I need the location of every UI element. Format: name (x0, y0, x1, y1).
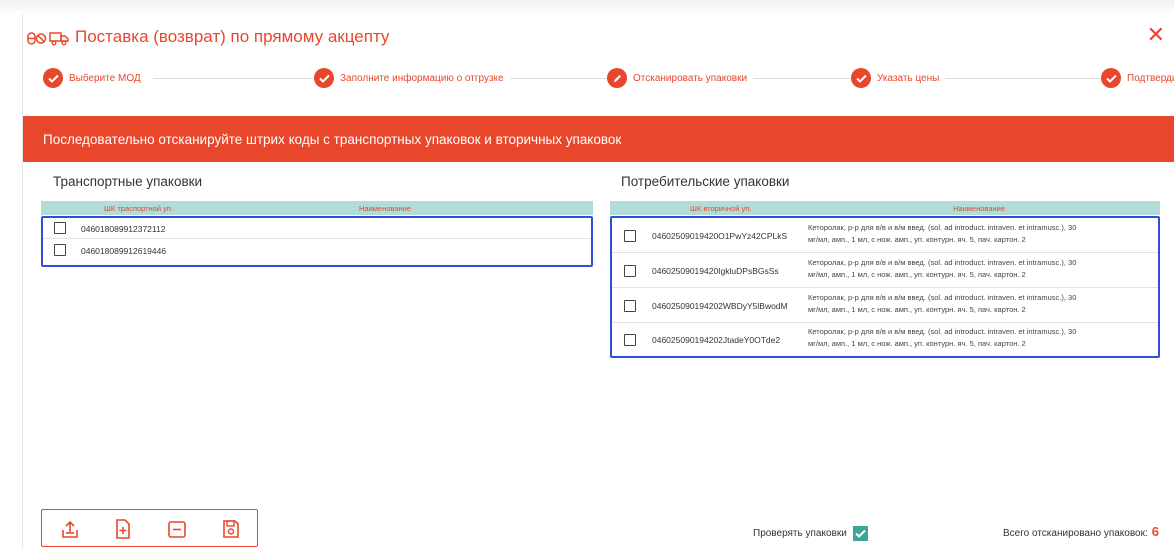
save-icon (223, 520, 239, 538)
add-file-icon (116, 519, 130, 539)
check-packages-row: Проверять упаковки (753, 526, 868, 541)
consumer-code: 04602509019420O1PwYz42CPLkS (652, 231, 788, 241)
table-row[interactable]: 046018089912619446 (43, 239, 591, 261)
dialog-window: Поставка (возврат) по прямому акцепту ✕ … (22, 14, 1174, 549)
step-select-mod[interactable]: Выберите МОД (43, 68, 147, 88)
consumer-code: 04602509019420IgkluDPsBGsSs (652, 266, 779, 276)
row-checkbox[interactable] (624, 334, 636, 346)
add-file-button[interactable] (112, 518, 134, 540)
consumer-name: Кеторолак, р-р для в/в и в/м введ. (sol.… (808, 292, 1163, 316)
name-line: мг/мл, амп., 1 мл, с нож. амп., уп. конт… (808, 270, 1026, 279)
check-packages-label: Проверять упаковки (753, 528, 847, 539)
pencil-icon (607, 68, 627, 88)
step-label: Отсканировать упаковки (633, 72, 748, 84)
col-header-code: ШК вторичной уп. (690, 204, 752, 213)
pills-icon (27, 32, 47, 45)
check-icon (43, 68, 63, 88)
table-row[interactable]: 046025090194202WBDyY5lBwodM Кеторолак, р… (612, 288, 1158, 323)
minus-icon (168, 521, 186, 538)
row-checkbox[interactable] (54, 244, 66, 256)
dialog-header: Поставка (возврат) по прямому акцепту ✕ (23, 24, 1174, 54)
step-connector (153, 78, 313, 79)
step-set-prices[interactable]: Указать цены (851, 68, 946, 88)
check-icon (314, 68, 334, 88)
step-confirm[interactable]: Подтвердить (1101, 68, 1174, 88)
remove-button[interactable] (166, 518, 188, 540)
banner-text: Последовательно отсканируйте штрих коды … (43, 132, 622, 147)
header-icons (27, 30, 69, 46)
checkmark-icon (855, 529, 866, 538)
row-checkbox[interactable] (624, 230, 636, 242)
wizard-stepper: Выберите МОД Заполните информацию о отгр… (43, 68, 1174, 90)
save-button[interactable] (220, 518, 242, 540)
step-connector (943, 78, 1103, 79)
page-title: Поставка (возврат) по прямому акцепту (75, 27, 390, 46)
transport-code: 046018089912372112 (81, 224, 166, 234)
step-connector (753, 78, 853, 79)
col-header-name: Наименование (953, 204, 1005, 213)
instruction-banner: Последовательно отсканируйте штрих коды … (23, 116, 1174, 162)
step-scan-packages[interactable]: Отсканировать упаковки (607, 68, 754, 88)
transport-code: 046018089912619446 (81, 246, 167, 256)
consumer-section-title: Потребительские упаковки (621, 174, 790, 189)
top-shadow (0, 0, 1174, 14)
name-line: Кеторолак, р-р для в/в и в/м введ. (sol.… (808, 293, 1077, 302)
transport-table-header: ШК траспортной уп. Наименование (41, 201, 593, 215)
table-row[interactable]: 046025090194202JtadeY0OTde2 Кеторолак, р… (612, 323, 1158, 356)
consumer-name: Кеторолак, р-р для в/в и в/м введ. (sol.… (808, 326, 1163, 350)
consumer-code: 046025090194202WBDyY5lBwodM (652, 301, 788, 311)
transport-section-title: Транспортные упаковки (53, 174, 203, 189)
consumer-name: Кеторолак, р-р для в/в и в/м введ. (sol.… (808, 222, 1163, 246)
consumer-table-body: 04602509019420O1PwYz42CPLkS Кеторолак, р… (610, 216, 1160, 358)
consumer-name: Кеторолак, р-р для в/в и в/м введ. (sol.… (808, 257, 1163, 281)
consumer-code: 046025090194202JtadeY0OTde2 (652, 335, 781, 345)
step-shipment-info[interactable]: Заполните информацию о отгрузке (314, 68, 510, 88)
row-checkbox[interactable] (624, 300, 636, 312)
check-icon (1101, 68, 1121, 88)
table-row[interactable]: 04602509019420O1PwYz42CPLkS Кеторолак, р… (612, 218, 1158, 253)
col-header-code: ШК траспортной уп. (104, 204, 174, 213)
row-checkbox[interactable] (624, 265, 636, 277)
step-label: Выберите МОД (69, 72, 141, 84)
upload-button[interactable] (59, 518, 81, 540)
total-label: Всего отсканировано упаковок: (1003, 528, 1148, 539)
step-label: Подтвердить (1127, 72, 1174, 84)
name-line: мг/мл, амп., 1 мл, с нож. амп., уп. конт… (808, 339, 1026, 348)
name-line: мг/мл, амп., 1 мл, с нож. амп., уп. конт… (808, 305, 1026, 314)
upload-icon (62, 520, 78, 538)
check-packages-checkbox[interactable] (852, 526, 868, 541)
step-label: Заполните информацию о отгрузке (340, 72, 504, 84)
name-line: мг/мл, амп., 1 мл, с нож. амп., уп. конт… (808, 235, 1026, 244)
check-icon (851, 68, 871, 88)
truck-icon (49, 32, 69, 46)
name-line: Кеторолак, р-р для в/в и в/м введ. (sol.… (808, 223, 1077, 232)
scanned-total: Всего отсканировано упаковок: 6 (1003, 524, 1159, 539)
table-row[interactable]: 046018089912372112 (43, 218, 591, 239)
transport-table-body: 046018089912372112 046018089912619446 (41, 216, 593, 267)
name-line: Кеторолак, р-р для в/в и в/м введ. (sol.… (808, 258, 1077, 267)
table-row[interactable]: 04602509019420IgkluDPsBGsSs Кеторолак, р… (612, 253, 1158, 288)
close-button[interactable]: ✕ (1147, 24, 1165, 46)
col-header-name: Наименование (359, 204, 411, 213)
action-toolbar (41, 509, 258, 547)
name-line: Кеторолак, р-р для в/в и в/м введ. (sol.… (808, 327, 1077, 336)
step-label: Указать цены (877, 72, 940, 84)
consumer-table-header: ШК вторичной уп. Наименование (610, 201, 1160, 215)
total-value: 6 (1151, 524, 1159, 539)
row-checkbox[interactable] (54, 222, 66, 234)
